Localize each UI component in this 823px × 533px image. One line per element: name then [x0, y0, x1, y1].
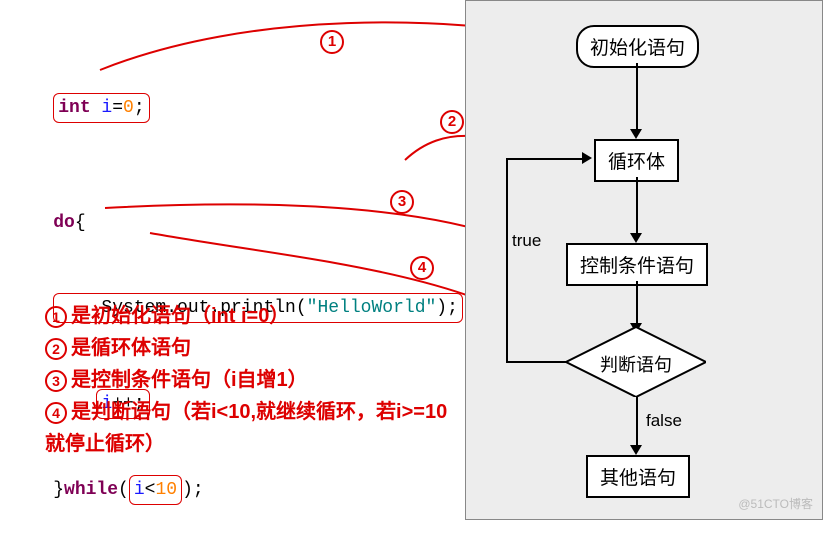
- arrow-down-icon: [630, 233, 642, 243]
- note-4: 是判断语句（若i<10,就继续循环，若i>=10就停止循环）: [45, 401, 447, 455]
- arrow-down-icon: [630, 445, 642, 455]
- note-2: 是循环体语句: [71, 337, 191, 359]
- arrow-line: [636, 397, 638, 447]
- arrow-line: [506, 158, 508, 363]
- arrow-line: [506, 361, 566, 363]
- flow-other-box: 其他语句: [586, 455, 690, 498]
- note-3: 是控制条件语句（i自增1）: [71, 369, 308, 391]
- arrow-line: [506, 158, 584, 160]
- arrow-right-icon: [582, 152, 592, 164]
- explanation-list: 1是初始化语句（int i=0） 2是循环体语句 3是控制条件语句（i自增1） …: [45, 300, 465, 460]
- arrow-line: [636, 177, 638, 235]
- flowchart-pane: 初始化语句 循环体 控制条件语句 判断语句 false 其他语句 true: [465, 0, 823, 520]
- flow-judge-diamond: 判断语句: [566, 327, 706, 397]
- note-1: 是初始化语句（int i=0）: [71, 305, 289, 327]
- flow-body-box: 循环体: [594, 139, 679, 182]
- flow-init-box: 初始化语句: [576, 25, 699, 68]
- label-true: true: [512, 231, 541, 251]
- arrow-down-icon: [630, 129, 642, 139]
- arrow-line: [636, 281, 638, 325]
- label-false: false: [646, 411, 682, 431]
- arrow-line: [636, 63, 638, 131]
- flow-control-box: 控制条件语句: [566, 243, 708, 286]
- watermark-text: @51CTO博客: [738, 495, 813, 512]
